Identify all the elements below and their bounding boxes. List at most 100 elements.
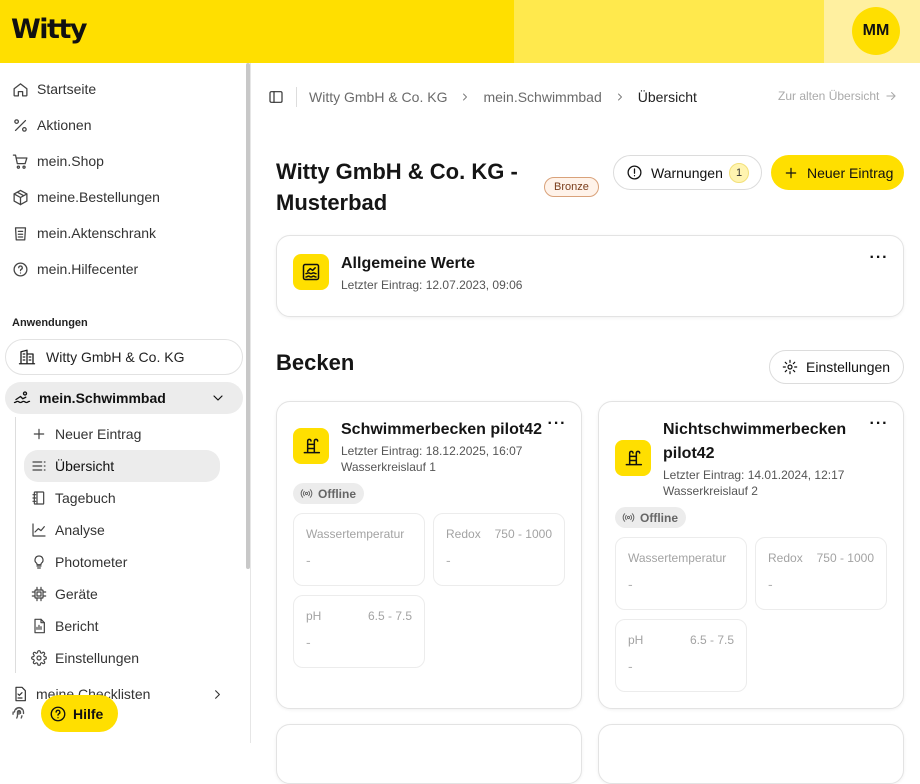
general-values-card[interactable]: Allgemeine Werte Letzter Eintrag: 12.07.…	[276, 235, 904, 317]
pool-subnav: Neuer Eintrag Übersicht Tagebuch Analyse…	[24, 418, 220, 674]
subnav-geraete[interactable]: Geräte	[24, 578, 220, 610]
chevron-right-icon	[614, 91, 626, 103]
nav-item-aktionen[interactable]: Aktionen	[0, 107, 246, 143]
nav-label: Startseite	[37, 81, 97, 97]
plus-icon	[783, 165, 799, 181]
metric-label: Redox	[446, 527, 481, 541]
basin-circuit: Wasserkreislauf 1	[341, 460, 436, 474]
gear-icon	[782, 359, 798, 375]
metric-label: Wassertemperatur	[306, 527, 405, 541]
app-pool-toggle[interactable]: mein.Schwimmbad	[5, 382, 243, 414]
subnav-neuer-eintrag[interactable]: Neuer Eintrag	[24, 418, 220, 450]
status-label: Offline	[318, 486, 356, 501]
subnav-label: Photometer	[55, 554, 128, 570]
new-entry-button[interactable]: Neuer Eintrag	[771, 155, 904, 190]
signal-icon	[300, 487, 313, 500]
warnings-label: Warnungen	[651, 164, 723, 181]
status-badge: Offline	[615, 507, 686, 528]
app-company-label: Witty GmbH & Co. KG	[46, 349, 185, 365]
fingerprint-icon[interactable]	[10, 703, 28, 721]
basin-circuit: Wasserkreislauf 2	[663, 484, 758, 498]
basin-card[interactable]	[276, 724, 582, 784]
basins-heading: Becken	[276, 350, 355, 375]
basin-title: Nichtschwimmerbecken pilot42	[663, 421, 847, 462]
gear-icon	[31, 650, 47, 666]
metric-tile[interactable]: Redox 750 - 1000 -	[755, 537, 887, 610]
subnav-einstellungen[interactable]: Einstellungen	[24, 642, 220, 674]
applications-heading: Anwendungen	[12, 317, 88, 329]
notebook-icon	[31, 490, 47, 506]
chart-line-icon	[31, 522, 47, 538]
pool-ladder-icon	[301, 436, 321, 456]
app-company-button[interactable]: Witty GmbH & Co. KG	[5, 339, 243, 375]
breadcrumb-pool[interactable]: mein.Schwimmbad	[483, 89, 601, 105]
metric-tile[interactable]: pH 6.5 - 7.5 -	[615, 619, 747, 692]
sidebar-scrollbar[interactable]	[246, 63, 250, 569]
more-menu-icon[interactable]: ···	[547, 416, 567, 435]
sidebar: Startseite Aktionen mein.Shop meine.Best…	[0, 63, 251, 743]
sidebar-toggle-icon[interactable]	[268, 89, 284, 105]
warnings-button[interactable]: Warnungen 1	[613, 155, 762, 190]
more-menu-icon[interactable]: ···	[869, 416, 889, 435]
help-button[interactable]: Hilfe	[41, 695, 118, 732]
package-icon	[12, 189, 29, 206]
metric-value: -	[306, 552, 311, 568]
basins-settings-label: Einstellungen	[806, 359, 891, 375]
subnav-label: Bericht	[55, 618, 99, 634]
metric-tile[interactable]: Wassertemperatur -	[293, 513, 425, 586]
nav-item-startseite[interactable]: Startseite	[0, 71, 246, 107]
basin-tile	[293, 428, 329, 464]
subnav-label: Analyse	[55, 522, 105, 538]
nav-item-shop[interactable]: mein.Shop	[0, 143, 246, 179]
tree-line	[15, 417, 16, 673]
nav-item-hilfecenter[interactable]: mein.Hilfecenter	[0, 251, 246, 287]
nav-item-bestellungen[interactable]: meine.Bestellungen	[0, 179, 246, 215]
witty-logo[interactable]: Witty	[11, 14, 87, 45]
user-avatar[interactable]: MM	[852, 7, 900, 55]
old-overview-link[interactable]: Zur alten Übersicht	[778, 89, 898, 103]
metric-label: pH	[306, 609, 322, 623]
nav-label: mein.Aktenschrank	[37, 225, 157, 241]
subnav-analyse[interactable]: Analyse	[24, 514, 220, 546]
subnav-label: Tagebuch	[55, 490, 116, 506]
breadcrumb-company[interactable]: Witty GmbH & Co. KG	[309, 89, 447, 105]
percent-icon	[12, 117, 29, 134]
nav-label: mein.Hilfecenter	[37, 261, 139, 277]
metric-tile[interactable]: Redox 750 - 1000 -	[433, 513, 565, 586]
metric-value: -	[628, 576, 633, 592]
general-values-title: Allgemeine Werte	[341, 255, 475, 272]
metric-tile[interactable]: pH 6.5 - 7.5 -	[293, 595, 425, 668]
subnav-tagebuch[interactable]: Tagebuch	[24, 482, 220, 514]
metric-tile[interactable]: Wassertemperatur -	[615, 537, 747, 610]
metric-range: 750 - 1000	[494, 527, 552, 541]
more-menu-icon[interactable]: ···	[869, 250, 889, 269]
app-pool-label: mein.Schwimmbad	[39, 390, 166, 406]
basins-settings-button[interactable]: Einstellungen	[769, 350, 904, 384]
nav-label: mein.Shop	[37, 153, 104, 169]
subnav-uebersicht[interactable]: Übersicht	[24, 450, 220, 482]
status-badge: Offline	[293, 483, 364, 504]
cart-icon	[12, 153, 29, 170]
general-values-tile	[293, 254, 329, 290]
basin-last-entry: Letzter Eintrag: 18.12.2025, 16:07	[341, 444, 523, 458]
basin-card[interactable]: Nichtschwimmerbecken pilot42 Letzter Ein…	[598, 401, 904, 709]
subnav-photometer[interactable]: Photometer	[24, 546, 220, 578]
subnav-label: Geräte	[55, 586, 98, 602]
lightbulb-icon	[31, 554, 47, 570]
main-nav: Startseite Aktionen mein.Shop meine.Best…	[0, 71, 246, 287]
general-values-last-entry: Letzter Eintrag: 12.07.2023, 09:06	[341, 278, 523, 292]
swimmer-icon	[13, 389, 31, 407]
basin-card[interactable]	[598, 724, 904, 784]
help-circle-icon	[49, 705, 67, 723]
chevron-right-icon	[459, 91, 471, 103]
subnav-bericht[interactable]: Bericht	[24, 610, 220, 642]
report-icon	[31, 618, 47, 634]
breadcrumb-divider	[296, 87, 297, 107]
subnav-label: Einstellungen	[55, 650, 140, 666]
old-overview-label: Zur alten Übersicht	[778, 89, 880, 103]
pool-ladder-icon	[623, 448, 643, 468]
nav-item-aktenschrank[interactable]: mein.Aktenschrank	[0, 215, 246, 251]
pool-icon	[301, 262, 321, 282]
basin-card[interactable]: Schwimmerbecken pilot42 Letzter Eintrag:…	[276, 401, 582, 709]
help-circle-icon	[12, 261, 29, 278]
